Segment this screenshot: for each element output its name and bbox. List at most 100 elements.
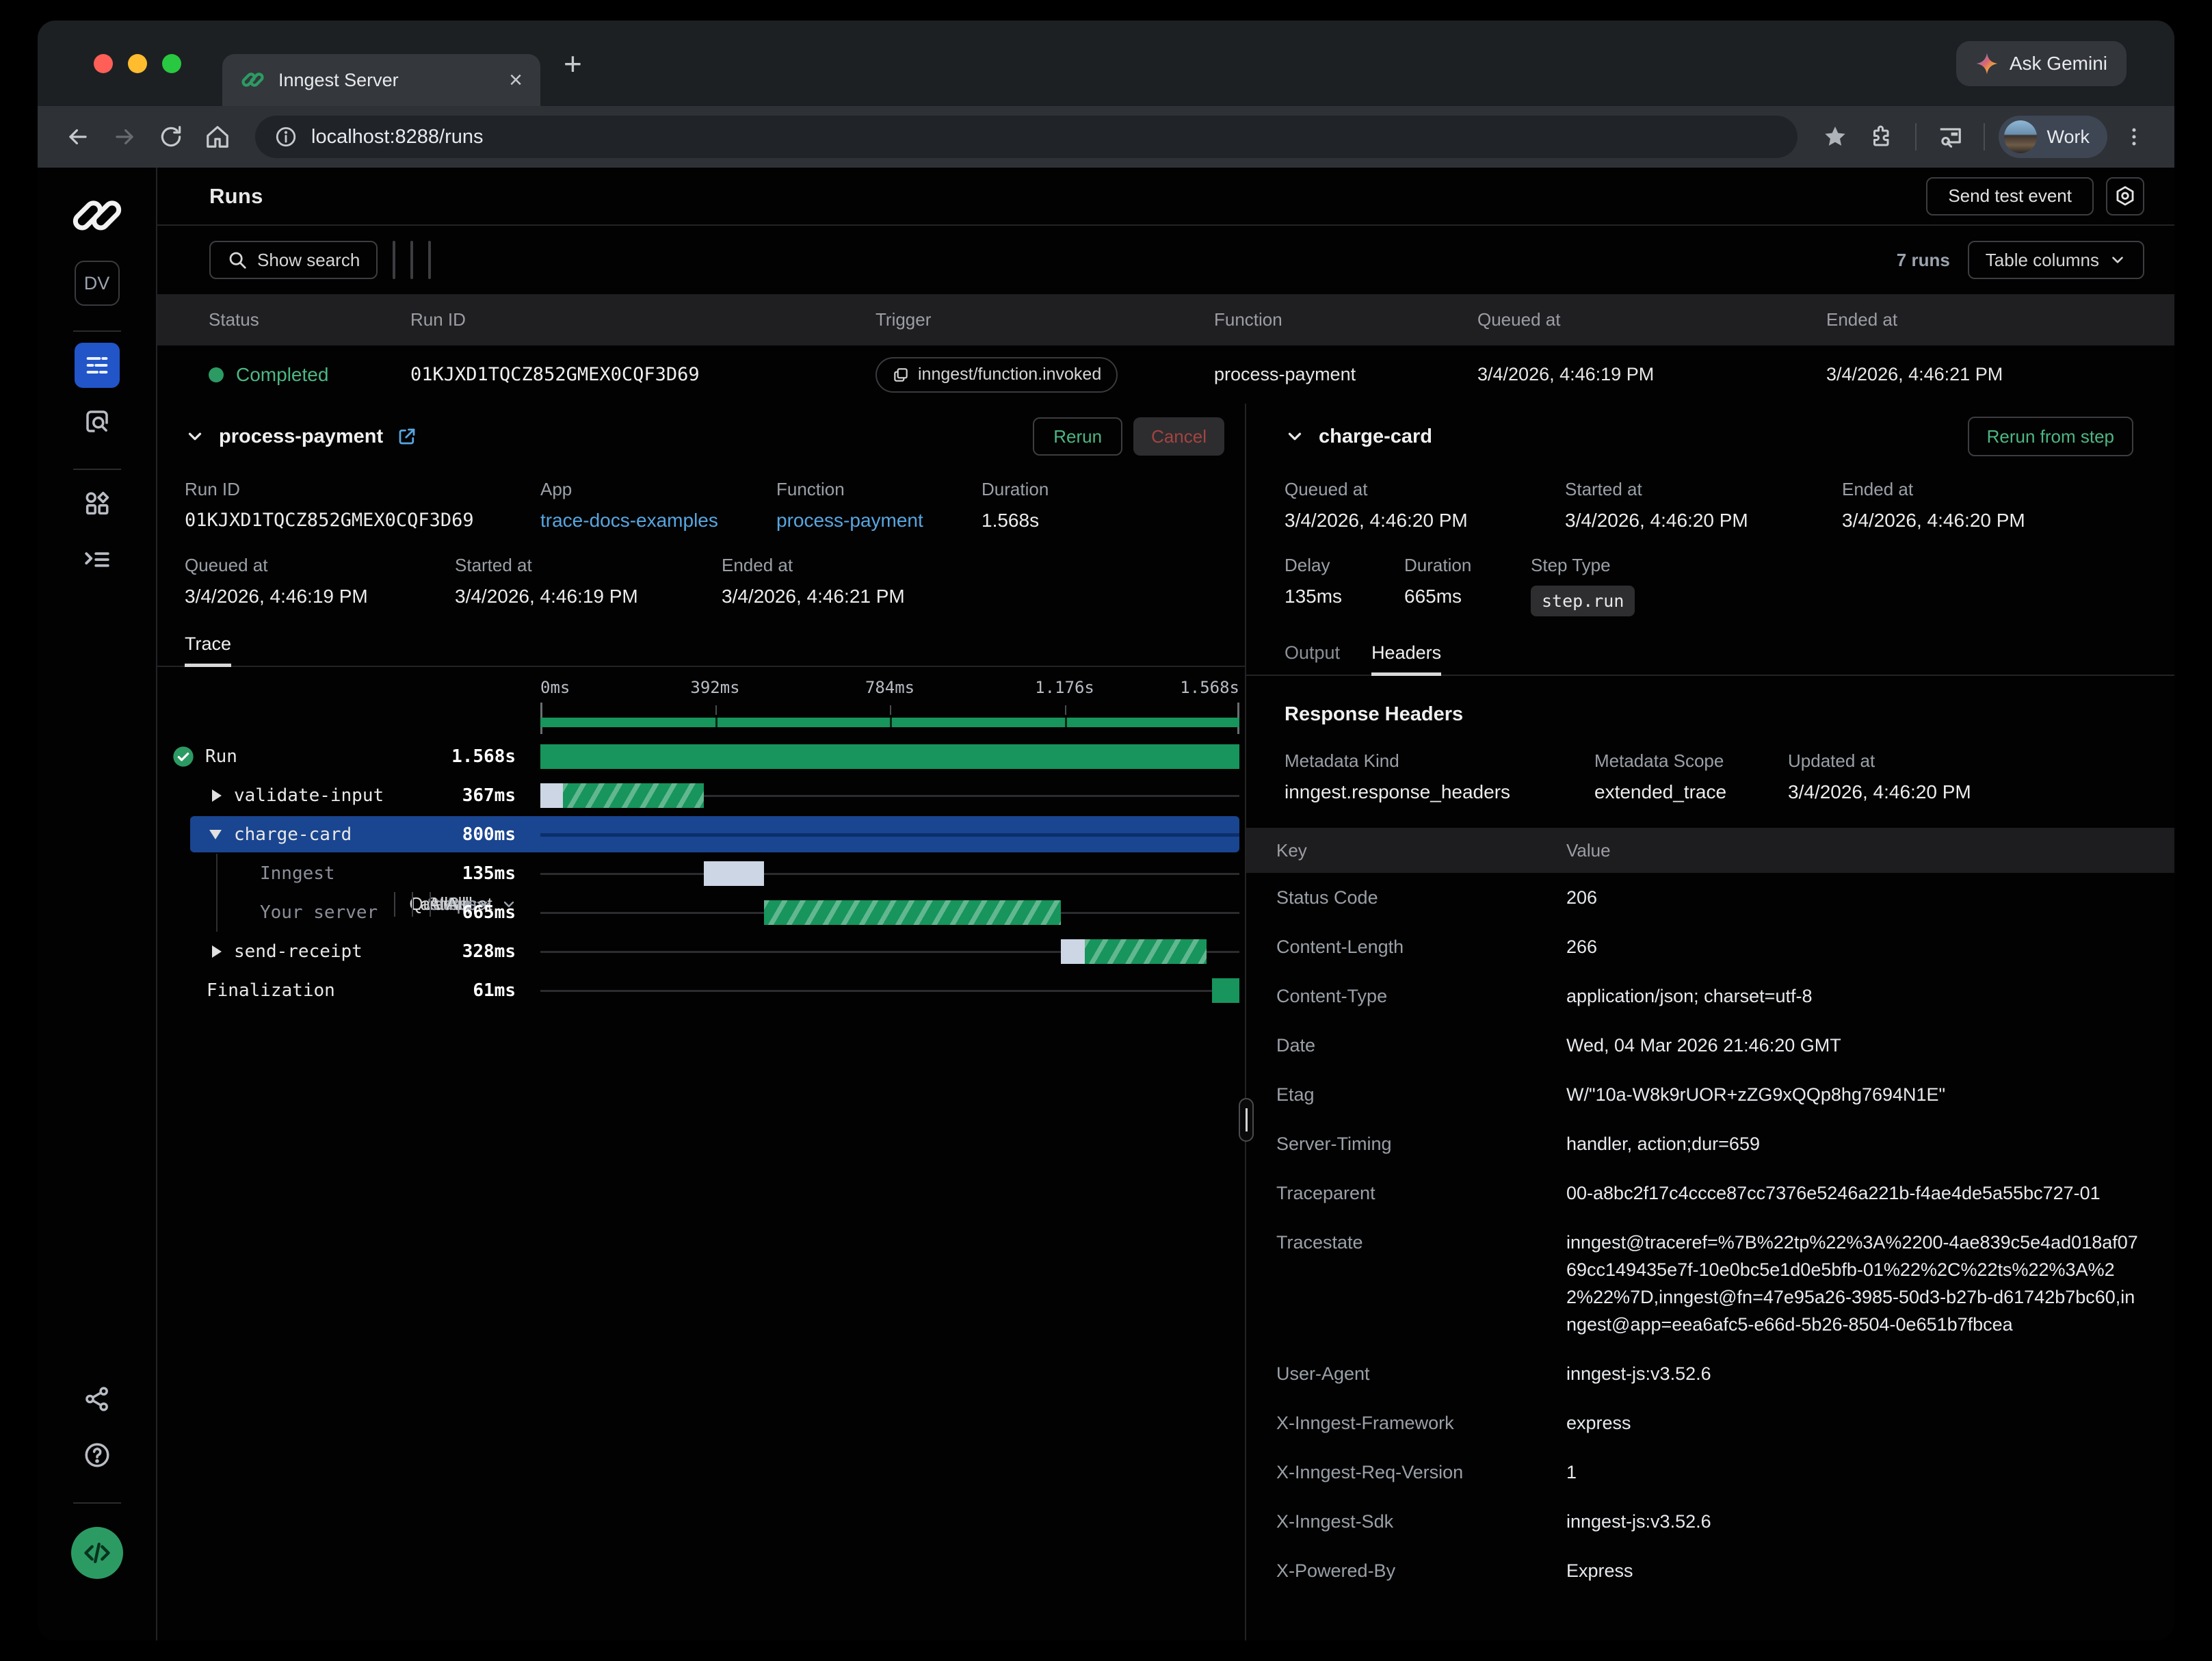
dev-tools-button[interactable] [71,1527,123,1579]
collapse-chevron-icon[interactable] [209,830,222,839]
env-badge[interactable]: DV [75,261,120,306]
app-link[interactable]: trace-docs-examples [540,510,776,532]
tab-output[interactable]: Output [1285,642,1340,675]
trace-bar-segment[interactable] [704,861,764,886]
status-filter-dropdown[interactable]: Status All [410,241,413,279]
metadata-scope-field: Metadata Scope extended_trace [1594,750,1788,803]
toolbar-separator [1915,123,1917,151]
metadata-kind-field: Metadata Kind inngest.response_headers [1285,750,1594,803]
step-ended-field: Ended at 3/4/2026, 4:46:20 PM [1842,479,2174,532]
browser-menu-icon[interactable] [2114,117,2154,157]
rerun-from-step-button[interactable]: Rerun from step [1968,417,2133,456]
tab-headers[interactable]: Headers [1371,642,1441,675]
trace-row-track [540,815,1239,854]
trigger-name: inngest/function.invoked [918,365,1101,384]
trace-bar-segment[interactable] [540,783,563,808]
trace-row-your-server[interactable]: Your server665ms [157,893,1245,932]
new-tab-button[interactable]: + [564,45,582,82]
tab-close-icon[interactable]: × [509,68,523,92]
event-icon [892,366,910,384]
zoom-window-button[interactable] [162,54,181,73]
axis-tick-label: 1.176s [1035,678,1094,697]
inngest-favicon [240,68,265,92]
url-bar[interactable]: localhost:8288/runs [255,116,1798,158]
profile-name: Work [2046,127,2090,148]
reload-icon[interactable] [151,117,191,157]
delay-field: Delay 135ms [1285,555,1404,616]
header-value: 266 [1566,933,2140,960]
ask-gemini-button[interactable]: Ask Gemini [1956,41,2127,86]
forward-icon[interactable] [105,117,144,157]
trace-bar-segment[interactable] [764,900,1060,925]
table-columns-label: Table columns [1986,250,2099,271]
step-queued-field: Queued at 3/4/2026, 4:46:20 PM [1285,479,1565,532]
rerun-button[interactable]: Rerun [1033,417,1122,456]
trace-row-duration: 135ms [462,863,540,884]
axis-tick-label: 392ms [690,678,739,697]
header-value: 1 [1566,1459,2140,1486]
close-window-button[interactable] [94,54,113,73]
reading-mode-icon[interactable] [1930,117,1970,157]
trace-row-run[interactable]: Run1.568s [157,737,1245,776]
headers-table-header: Key Value [1246,828,2174,873]
pane-resize-handle[interactable] [1239,1098,1254,1142]
external-link-icon[interactable] [397,426,417,447]
extensions-icon[interactable] [1862,117,1901,157]
duration-field: Duration 1.568s [982,479,1245,532]
trace-bar-segment[interactable] [540,744,1239,769]
inngest-logo [70,195,124,233]
trace-row-validate-input[interactable]: validate-input367ms [157,776,1245,815]
home-icon[interactable] [198,117,237,157]
collapse-chevron-icon[interactable] [185,426,205,447]
trace-bar-segment[interactable] [563,783,705,808]
profile-avatar [2004,120,2037,153]
expand-chevron-icon[interactable] [212,945,222,958]
trace-row-send-receipt[interactable]: send-receipt328ms [157,932,1245,971]
sidebar-item-apps[interactable] [75,481,120,526]
trace-row-finalization[interactable]: Finalization61ms [157,971,1245,1010]
trigger-pill[interactable]: inngest/function.invoked [875,357,1118,393]
run-table-row[interactable]: Completed 01KJXD1TQCZ852GMEX0CQF3D69 inn… [157,345,2174,404]
trace-row-inngest[interactable]: Inngest135ms [157,854,1245,893]
header-row-etag: EtagW/"10a-W8k9rUOR+zZG9xQQp8hg7694N1E" [1246,1070,2174,1119]
screen: Inngest Server × + Ask Gemini [0,0,2212,1661]
header-value: inngest-js:v3.52.6 [1566,1508,2140,1535]
help-icon[interactable] [75,1433,120,1478]
trace-row-track [540,854,1239,893]
trace-bar-segment[interactable] [1085,939,1207,964]
app-main: Runs Send test event Show search [157,168,2174,1640]
step-title: charge-card [1319,426,1432,448]
collapse-chevron-icon[interactable] [1285,426,1305,447]
sidebar-item-runs[interactable] [75,343,120,388]
header-value: Wed, 04 Mar 2026 21:46:20 GMT [1566,1032,2140,1059]
trace-row-duration: 665ms [462,902,540,923]
header-key: X-Inngest-Framework [1276,1409,1566,1435]
site-info-icon[interactable] [274,125,298,148]
sidebar-item-events[interactable] [75,399,120,444]
share-icon[interactable] [75,1376,120,1422]
tab-trace[interactable]: Trace [185,633,231,666]
trace-bar-segment[interactable] [1212,978,1239,1003]
minimize-window-button[interactable] [128,54,147,73]
sidebar-item-terminal[interactable] [75,537,120,582]
updated-at-field: Updated at 3/4/2026, 4:46:20 PM [1788,750,2174,803]
cancel-button[interactable]: Cancel [1133,417,1224,456]
browser-tab[interactable]: Inngest Server × [222,54,540,106]
time-filter-dropdown[interactable]: Queued at Last 3d [393,241,395,279]
header-key: Status Code [1276,884,1566,910]
function-link[interactable]: process-payment [776,510,982,532]
settings-gear-button[interactable] [2106,177,2144,215]
trace-minimap[interactable] [540,718,1239,727]
app-filter-dropdown[interactable]: App All [428,241,431,279]
trace-bar-segment[interactable] [1061,939,1085,964]
profile-chip[interactable]: Work [1999,116,2107,158]
bookmark-star-icon[interactable] [1815,117,1855,157]
show-search-button[interactable]: Show search [209,241,378,279]
trace-row-charge-card[interactable]: charge-card800ms [157,815,1245,854]
trace-row-name: validate-input [234,785,384,806]
send-test-event-button[interactable]: Send test event [1926,177,2094,215]
expand-chevron-icon[interactable] [212,789,222,802]
back-icon[interactable] [58,117,98,157]
header-value: application/json; charset=utf-8 [1566,982,2140,1010]
table-columns-dropdown[interactable]: Table columns [1968,241,2144,279]
